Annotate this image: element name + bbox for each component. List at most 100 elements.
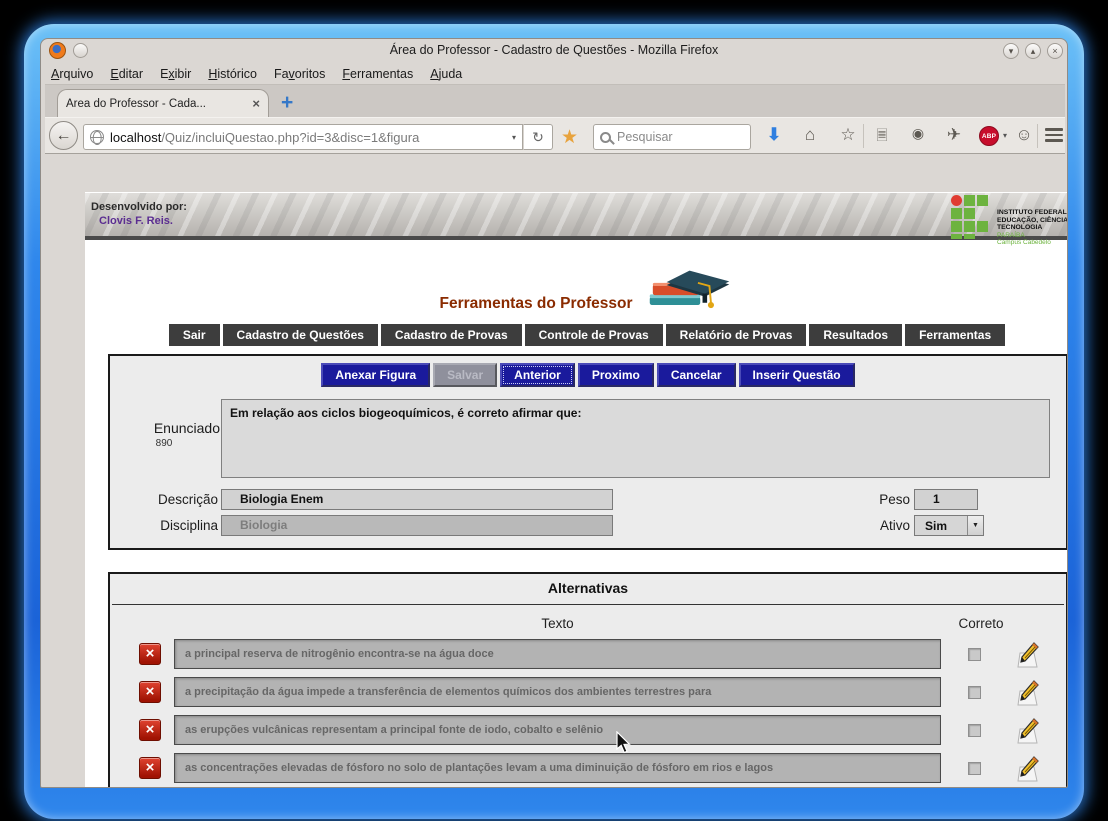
search-box[interactable]: Pesquisar <box>593 124 751 150</box>
edit-pencil-icon[interactable] <box>1017 641 1041 668</box>
window-maximize-button[interactable]: ▴ <box>1025 43 1041 59</box>
urlbar-dropdown-icon[interactable]: ▾ <box>512 133 516 142</box>
new-tab-button[interactable]: + <box>281 93 293 113</box>
alternative-row: as erupções vulcânicas representam a pri… <box>110 711 1066 749</box>
alternative-text-input[interactable]: as erupções vulcânicas representam a pri… <box>174 715 941 745</box>
mouse-cursor <box>616 731 632 755</box>
page-content: Desenvolvido por: Clovis F. Reis. INSTIT… <box>85 192 1068 788</box>
reload-button[interactable]: ↻ <box>523 124 553 150</box>
window-close-button[interactable]: × <box>1047 43 1063 59</box>
url-bar[interactable]: localhost /Quiz/incluiQuestao.php?id=3&d… <box>83 124 523 150</box>
reading-list-icon[interactable]: 🗏 <box>871 125 893 149</box>
back-button[interactable]: ← <box>49 121 78 150</box>
bookmark-star-icon[interactable]: ★ <box>561 126 578 149</box>
tab-close-icon[interactable]: × <box>252 96 260 111</box>
menu-item[interactable]: Ferramentas <box>342 67 413 81</box>
alternative-row: a principal reserva de nitrogênio encont… <box>110 635 1066 673</box>
hello-smiley-icon[interactable]: ☺ <box>1013 125 1035 145</box>
tab-area-do-professor[interactable]: Area do Professor - Cada... × <box>57 89 269 117</box>
home-icon[interactable]: ⌂ <box>799 125 821 145</box>
enunciado-label: Enunciado <box>120 420 220 436</box>
menu-item[interactable]: Favoritos <box>274 67 325 81</box>
search-placeholder: Pesquisar <box>617 130 673 144</box>
tab-strip: Area do Professor - Cada... × + <box>45 85 1065 117</box>
enunciado-id: 890 <box>120 438 208 449</box>
alternative-row: a precipitação da água impede a transfer… <box>110 673 1066 711</box>
menubar: Arquivo Editar Exibir Histórico Favorito… <box>45 63 1065 85</box>
menu-item[interactable]: Exibir <box>160 67 191 81</box>
ativo-label: Ativo <box>865 518 910 533</box>
tab-label: Area do Professor - Cada... <box>66 98 246 110</box>
nav-button[interactable]: Sair <box>169 324 220 346</box>
alternative-text-input[interactable]: a principal reserva de nitrogênio encont… <box>174 639 941 669</box>
correct-checkbox[interactable] <box>968 686 981 699</box>
developer-link[interactable]: Clovis F. Reis. <box>99 215 173 227</box>
page-title: Ferramentas do Professor <box>440 295 633 315</box>
descricao-input[interactable]: Biologia Enem <box>221 489 613 510</box>
menu-item[interactable]: Histórico <box>208 67 257 81</box>
peso-input[interactable]: 1 <box>914 489 978 510</box>
delete-alternative-icon[interactable] <box>139 643 161 665</box>
edit-pencil-icon[interactable] <box>1017 679 1041 706</box>
edit-pencil-icon[interactable] <box>1017 717 1041 744</box>
send-tab-icon[interactable]: ✈ <box>943 125 965 145</box>
toolbar-separator <box>1037 124 1038 148</box>
form-toolbar-button[interactable]: Anterior <box>500 363 575 387</box>
developed-by-label: Desenvolvido por: <box>91 201 187 213</box>
alternative-row: a queima de vegetais e de combustíveis f… <box>110 787 1066 788</box>
edit-pencil-icon[interactable] <box>1017 755 1041 782</box>
alternativas-panel: Alternativas Texto Correto a principal r… <box>108 572 1068 788</box>
adblock-plus-icon[interactable]: ABP <box>979 126 999 146</box>
disciplina-label: Disciplina <box>118 518 218 533</box>
form-toolbar-button[interactable]: Anexar Figura <box>321 363 430 387</box>
question-form-panel: Anexar Figura Salvar Anterior Proximo Ca… <box>108 354 1068 550</box>
menu-item[interactable]: Ajuda <box>430 67 462 81</box>
enunciado-textarea[interactable]: Em relação aos ciclos biogeoquímicos, é … <box>221 399 1050 478</box>
nav-button[interactable]: Relatório de Provas <box>666 324 807 346</box>
alternativas-divider <box>112 604 1064 605</box>
developer-header-band: Desenvolvido por: Clovis F. Reis. INSTIT… <box>85 193 1068 240</box>
menu-item[interactable]: Arquivo <box>51 67 93 81</box>
toolbar-separator <box>863 124 864 148</box>
nav-button[interactable]: Cadastro de Questões <box>223 324 378 346</box>
form-toolbar-button[interactable]: Proximo <box>578 363 654 387</box>
correct-checkbox[interactable] <box>968 648 981 661</box>
alternative-row: as concentrações elevadas de fósforo no … <box>110 749 1066 787</box>
site-globe-icon <box>90 130 104 144</box>
alternativas-rows: a principal reserva de nitrogênio encont… <box>110 635 1066 788</box>
nav-button[interactable]: Cadastro de Provas <box>381 324 522 346</box>
descricao-label: Descrição <box>118 492 218 507</box>
nav-button[interactable]: Resultados <box>809 324 902 346</box>
search-icon <box>600 132 611 143</box>
delete-alternative-icon[interactable] <box>139 681 161 703</box>
star-outline-icon[interactable]: ☆ <box>837 125 859 145</box>
alternative-text-input[interactable]: as concentrações elevadas de fósforo no … <box>174 753 941 783</box>
firefox-window: Área do Professor - Cadastro de Questões… <box>40 38 1068 788</box>
alternativas-title: Alternativas <box>110 580 1066 596</box>
alternative-text-input[interactable]: a precipitação da água impede a transfer… <box>174 677 941 707</box>
correct-checkbox[interactable] <box>968 724 981 737</box>
nav-button[interactable]: Controle de Provas <box>525 324 663 346</box>
correct-checkbox[interactable] <box>968 762 981 775</box>
menu-hamburger-icon[interactable] <box>1045 128 1063 145</box>
form-toolbar-button[interactable]: Cancelar <box>657 363 736 387</box>
delete-alternative-icon[interactable] <box>139 757 161 779</box>
disciplina-input: Biologia <box>221 515 613 536</box>
navigation-toolbar: ← localhost /Quiz/incluiQuestao.php?id=3… <box>45 117 1065 154</box>
pocket-icon[interactable]: ◉ <box>907 125 929 142</box>
form-toolbar: Anexar Figura Salvar Anterior Proximo Ca… <box>110 363 1066 387</box>
ativo-dropdown-icon[interactable]: ▼ <box>967 516 983 535</box>
form-toolbar-button[interactable]: Salvar <box>433 363 497 387</box>
form-toolbar-button[interactable]: Inserir Questão <box>739 363 855 387</box>
nav-button[interactable]: Ferramentas <box>905 324 1005 346</box>
window-shade-button[interactable]: ▾ <box>1003 43 1019 59</box>
window-title: Área do Professor - Cadastro de Questões… <box>41 43 1067 57</box>
ativo-select[interactable]: Sim ▼ <box>914 515 984 536</box>
instituto-federal-logo <box>951 195 995 239</box>
menu-item[interactable]: Editar <box>110 67 143 81</box>
adblock-dropdown-icon[interactable]: ▾ <box>1003 131 1007 140</box>
delete-alternative-icon[interactable] <box>139 719 161 741</box>
downloads-icon[interactable]: ⬇ <box>763 125 785 145</box>
window-titlebar[interactable]: Área do Professor - Cadastro de Questões… <box>41 39 1067 63</box>
url-host: localhost <box>110 130 161 145</box>
